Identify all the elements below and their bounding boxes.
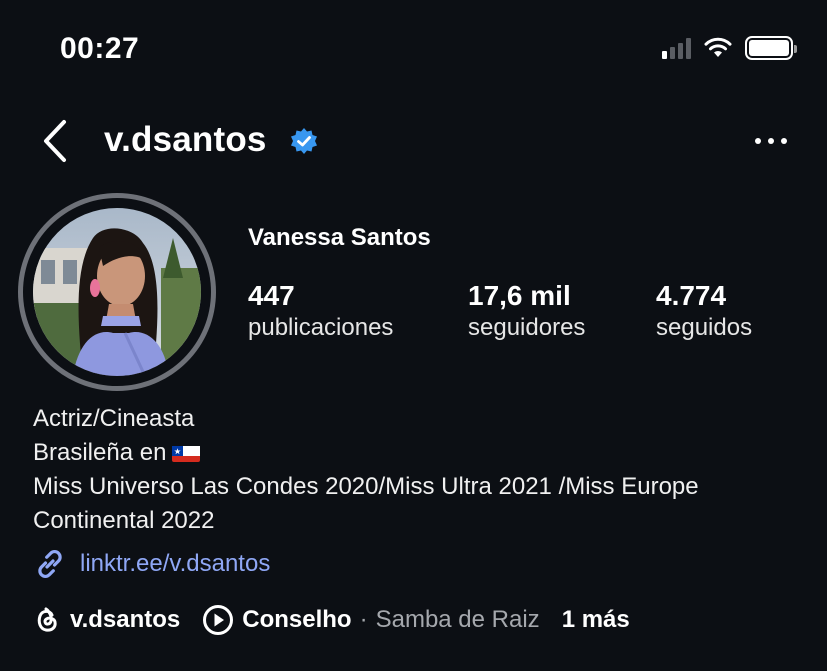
music-separator: · (359, 606, 368, 633)
status-icons (662, 36, 797, 60)
profile-footer-row: v.dsantos Conselho · Samba de Raiz 1 más (32, 604, 630, 636)
music-artist: Samba de Raiz (375, 606, 540, 633)
stat-posts-label: publicaciones (248, 314, 394, 341)
cellular-signal-icon (662, 37, 691, 59)
profile-music[interactable]: Conselho · Samba de Raiz (202, 604, 540, 636)
profile-full-name: Vanessa Santos (248, 224, 431, 251)
bio-link[interactable]: linktr.ee/v.dsantos (32, 546, 270, 582)
bio-line-2-text: Brasileña en (33, 439, 167, 466)
profile-header: v.dsantos (0, 110, 827, 170)
stat-posts[interactable]: 447 publicaciones (248, 280, 393, 342)
link-icon (38, 550, 62, 578)
avatar[interactable] (18, 193, 216, 391)
stat-posts-value: 447 (248, 280, 295, 311)
threads-icon (37, 607, 57, 632)
more-link[interactable]: 1 más (562, 606, 630, 634)
threads-username: v.dsantos (70, 606, 181, 633)
stat-followers-label: seguidores (468, 314, 586, 341)
status-bar: 00:27 (0, 0, 827, 100)
verified-badge-icon (291, 128, 317, 154)
status-time: 00:27 (60, 32, 140, 65)
bio-line-1: Actriz/Cineasta (33, 405, 195, 432)
threads-badge[interactable]: v.dsantos (32, 605, 180, 635)
profile-bio: Actriz/Cineasta Brasileña en Miss Univer… (33, 402, 813, 538)
stat-followers[interactable]: 17,6 mil seguidores (468, 280, 585, 342)
profile-photo-image (33, 208, 201, 376)
header-username: v.dsantos (104, 120, 267, 159)
stat-following-value: 4.774 (656, 280, 727, 311)
bio-line-3: Miss Universo Las Condes 2020/Miss Ultra… (33, 473, 699, 534)
more-options-icon[interactable] (751, 126, 791, 156)
stat-following[interactable]: 4.774 seguidos (656, 280, 752, 342)
bio-link-text[interactable]: linktr.ee/v.dsantos (80, 550, 270, 578)
chile-flag-icon (172, 442, 201, 462)
stat-following-label: seguidos (656, 314, 753, 341)
play-circle-icon (203, 605, 234, 635)
bio-line-2: Brasileña en (33, 436, 813, 470)
back-chevron-icon[interactable] (38, 118, 74, 164)
stat-followers-value: 17,6 mil (468, 280, 571, 311)
music-song-title: Conselho (242, 606, 352, 633)
battery-icon (745, 36, 797, 60)
avatar-photo (33, 208, 201, 376)
wifi-icon (704, 37, 732, 57)
